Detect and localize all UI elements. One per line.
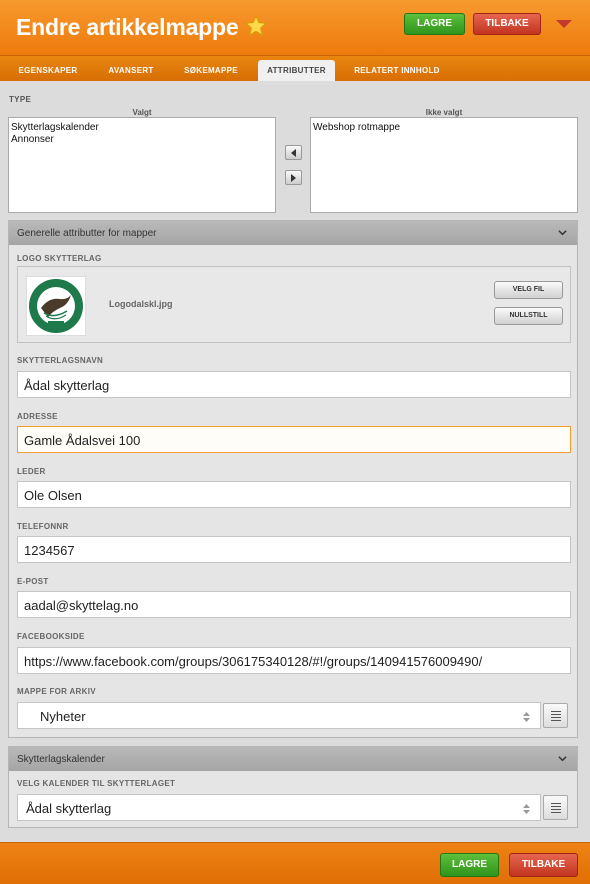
general-attributes-panel: Generelle attributter for mapper LOGO SK… <box>8 220 578 738</box>
archive-select-value: Nyheter <box>40 709 86 724</box>
email-label: E-POST <box>17 577 49 586</box>
logo-filename: Logodalskl.jpg <box>109 299 173 309</box>
calendar-panel: Skytterlagskalender VELG KALENDER TIL SK… <box>8 746 578 828</box>
panel-header[interactable]: Skytterlagskalender <box>9 747 577 771</box>
selected-column-label: Valgt <box>132 108 152 117</box>
facebook-label: FACEBOOKSIDE <box>17 632 85 641</box>
list-item[interactable]: Annonser <box>11 134 273 146</box>
choose-file-button[interactable]: VELG FIL <box>494 281 563 299</box>
calendar-select[interactable]: Ådal skytterlag <box>17 794 541 821</box>
club-logo-image <box>26 276 86 336</box>
panel-title: Generelle attributter for mapper <box>17 228 157 239</box>
calendar-label: VELG KALENDER TIL SKYTTERLAGET <box>17 779 176 788</box>
unselected-types-list[interactable]: Webshop rotmappe <box>310 117 578 213</box>
archive-label: MAPPE FOR ARKIV <box>17 687 96 696</box>
chevron-down-icon[interactable] <box>558 228 567 237</box>
reset-button[interactable]: NULLSTILL <box>494 307 563 325</box>
footer-bar: LAGRE TILBAKE <box>0 842 590 884</box>
logo-upload-box: Logodalskl.jpg VELG FIL NULLSTILL <box>17 266 571 343</box>
calendar-select-value: Ådal skytterlag <box>26 801 112 816</box>
selected-types-list[interactable]: Skytterlagskalender Annonser <box>8 117 276 213</box>
name-label: SKYTTERLAGSNAVN <box>17 356 104 365</box>
facebook-field[interactable]: https://www.facebook.com/groups/30617534… <box>17 647 571 674</box>
move-right-button[interactable] <box>285 170 302 185</box>
list-item[interactable]: Webshop rotmappe <box>313 122 575 134</box>
logo-label: LOGO SKYTTERLAG <box>17 254 102 263</box>
back-button-bottom[interactable]: TILBAKE <box>509 853 578 877</box>
menu-dropdown-icon[interactable] <box>556 20 572 28</box>
tab-sokemappe[interactable]: SØKEMAPPE <box>174 60 248 81</box>
star-icon[interactable] <box>244 14 268 38</box>
name-field[interactable]: Ådal skytterlag <box>17 371 571 398</box>
save-button-bottom[interactable]: LAGRE <box>440 853 499 877</box>
list-item[interactable]: Skytterlagskalender <box>11 122 273 134</box>
header-bar: Endre artikkelmappe LAGRE TILBAKE <box>0 0 590 56</box>
tab-egenskaper[interactable]: EGENSKAPER <box>8 60 88 81</box>
updown-icon <box>523 712 530 722</box>
club-logo-icon <box>29 279 83 333</box>
move-left-button[interactable] <box>285 145 302 160</box>
archive-select[interactable]: Nyheter <box>17 702 541 729</box>
panel-header[interactable]: Generelle attributter for mapper <box>9 221 577 245</box>
email-field[interactable]: aadal@skyttelag.no <box>17 591 571 618</box>
tab-attributter[interactable]: ATTRIBUTTER <box>258 60 335 81</box>
address-field[interactable]: Gamle Ådalsvei 100 <box>17 426 571 453</box>
leader-label: LEDER <box>17 467 46 476</box>
chevron-down-icon[interactable] <box>558 754 567 763</box>
calendar-list-button[interactable] <box>543 795 568 820</box>
address-label: ADRESSE <box>17 412 58 421</box>
tab-relatert-innhold[interactable]: RELATERT INNHOLD <box>345 60 449 81</box>
panel-title: Skytterlagskalender <box>17 754 105 765</box>
tab-bar: EGENSKAPER AVANSERT SØKEMAPPE ATTRIBUTTE… <box>0 56 590 81</box>
updown-icon <box>523 804 530 814</box>
archive-list-button[interactable] <box>543 703 568 728</box>
save-button-top[interactable]: LAGRE <box>404 13 465 35</box>
page-title: Endre artikkelmappe <box>16 14 239 40</box>
arrow-left-icon <box>291 149 296 157</box>
tab-avansert[interactable]: AVANSERT <box>96 60 166 81</box>
arrow-right-icon <box>291 174 296 182</box>
type-label: TYPE <box>9 95 32 104</box>
phone-label: TELEFONNR <box>17 522 69 531</box>
back-button-top[interactable]: TILBAKE <box>473 13 541 35</box>
leader-field[interactable]: Ole Olsen <box>17 481 571 508</box>
phone-field[interactable]: 1234567 <box>17 536 571 563</box>
unselected-column-label: Ikke valgt <box>425 108 463 117</box>
